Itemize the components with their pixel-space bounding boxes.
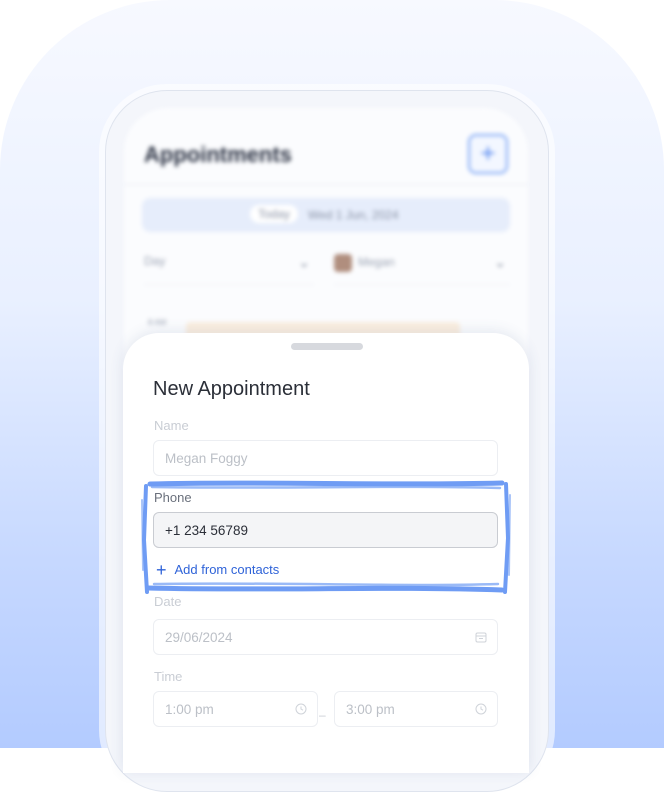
view-select[interactable]: Day ⌄ xyxy=(144,254,314,285)
divider xyxy=(124,184,528,185)
clock-icon xyxy=(295,692,307,728)
date-field[interactable]: 29/06/2024 xyxy=(153,619,498,655)
chevron-down-icon: ⌄ xyxy=(298,254,310,270)
end-time-value: 3:00 pm xyxy=(346,702,395,717)
page-title: Appointments xyxy=(144,142,292,167)
add-from-contacts-link[interactable]: + Add from contacts xyxy=(156,560,279,581)
today-button[interactable]: Today xyxy=(250,205,299,223)
end-time-field[interactable]: 3:00 pm xyxy=(334,691,498,727)
date-field-value: 29/06/2024 xyxy=(165,630,233,645)
sheet-title: New Appointment xyxy=(153,378,310,400)
name-field-value: Megan Foggy xyxy=(165,451,248,466)
add-appointment-button[interactable]: + xyxy=(468,134,508,174)
add-from-contacts-label: Add from contacts xyxy=(174,562,280,577)
calendar-icon xyxy=(475,620,487,656)
start-time-field[interactable]: 1:00 pm xyxy=(153,691,318,727)
new-appointment-sheet: New Appointment Name Megan Foggy Phone +… xyxy=(123,333,529,773)
time-slot-label: 8 AM xyxy=(148,318,167,327)
view-select-value: Day xyxy=(144,254,166,268)
plus-icon: + xyxy=(156,560,167,580)
staff-select[interactable]: Megan ⌄ xyxy=(334,254,510,285)
name-field[interactable]: Megan Foggy xyxy=(153,440,498,476)
avatar xyxy=(334,254,352,272)
time-label: Time xyxy=(154,669,183,684)
phone-field-value: +1 234 56789 xyxy=(165,523,248,538)
sheet-handle[interactable] xyxy=(291,343,363,350)
current-date: Wed 1 Jun, 2024 xyxy=(308,208,399,222)
clock-icon xyxy=(475,692,487,728)
date-label: Date xyxy=(154,594,182,609)
name-label: Name xyxy=(154,418,189,433)
phone-label: Phone xyxy=(154,490,192,505)
phone-field[interactable]: +1 234 56789 xyxy=(153,512,498,548)
start-time-value: 1:00 pm xyxy=(165,702,214,717)
chevron-down-icon: ⌄ xyxy=(494,254,506,270)
time-separator: – xyxy=(319,708,326,722)
staff-select-value: Megan xyxy=(358,255,395,270)
